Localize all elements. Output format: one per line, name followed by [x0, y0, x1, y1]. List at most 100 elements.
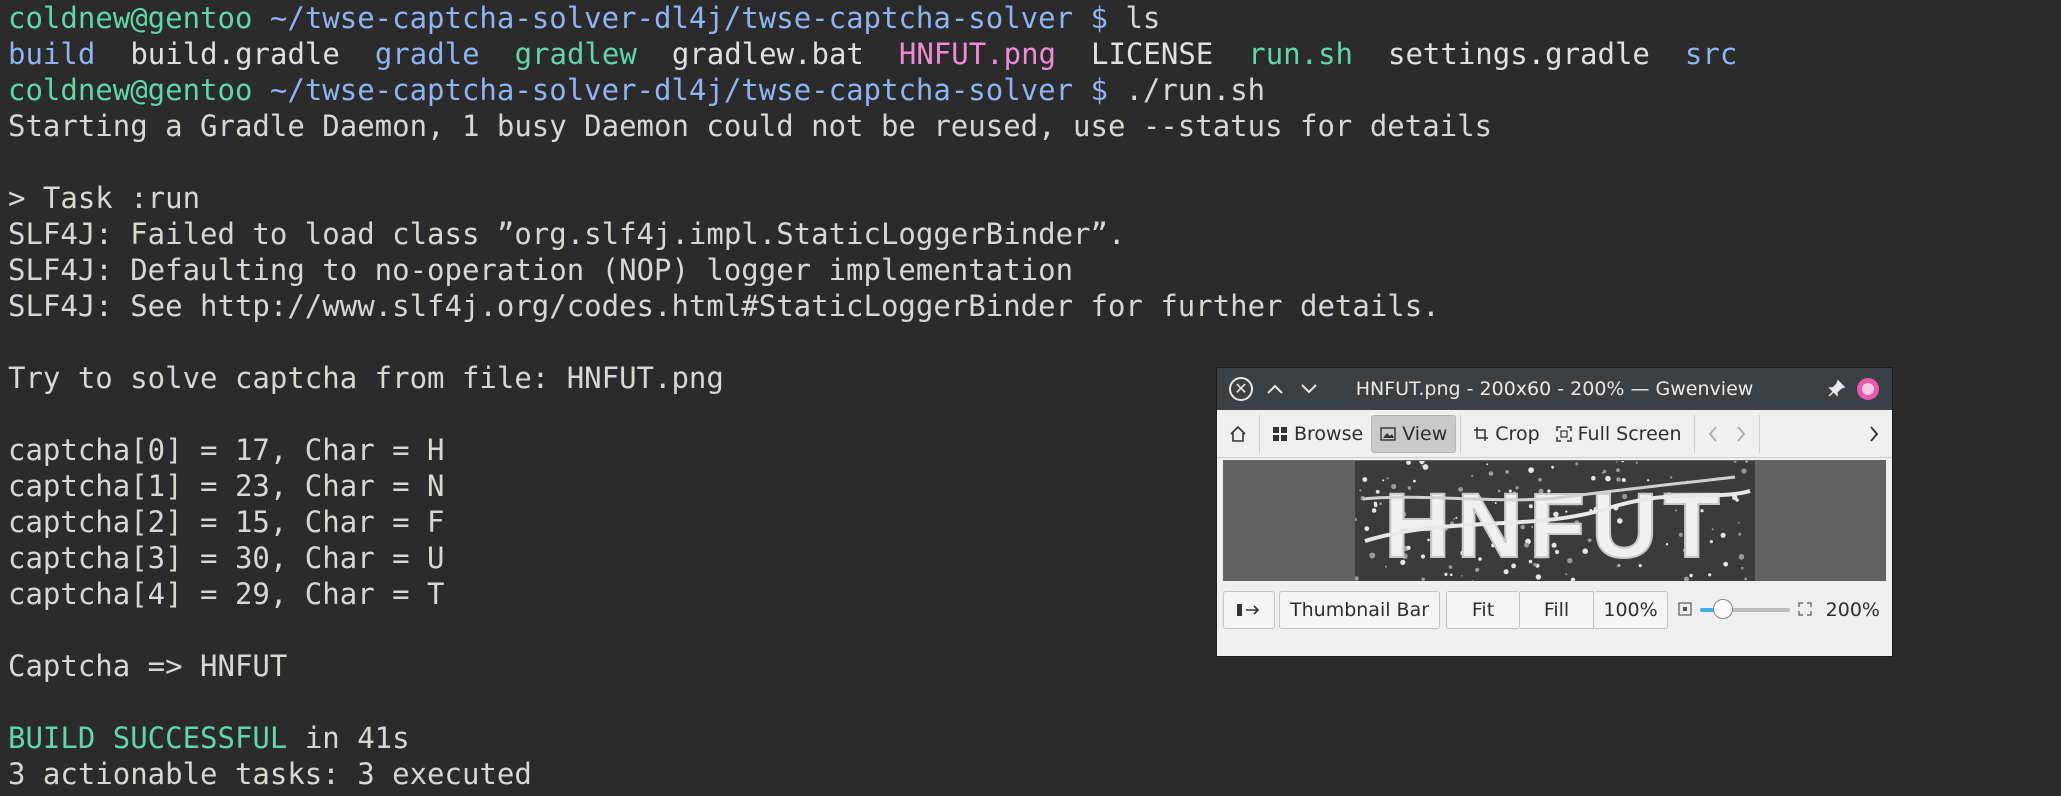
more-button[interactable]	[1860, 415, 1888, 453]
captcha-noise-dot	[1405, 460, 1411, 465]
sidebar-toggle-icon	[1237, 604, 1260, 616]
gwenview-window: ✕ HNFUT.png - 200x60 - 200% — Gwenview B…	[1216, 367, 1893, 657]
captcha-noise-dot	[1635, 461, 1638, 464]
captcha-noise-dot	[1418, 460, 1425, 464]
zoom-100-button[interactable]: 100%	[1594, 591, 1669, 629]
ls-entry: LICENSE	[1091, 37, 1214, 71]
captcha-noise-dot	[1358, 488, 1361, 491]
crop-label: Crop	[1495, 422, 1540, 445]
divider	[1460, 414, 1462, 453]
chevron-right-icon	[1736, 425, 1745, 442]
ls-output: build build.gradle gradle gradlew gradlew.ba…	[8, 36, 2053, 72]
build-line: BUILD SUCCESSFUL in 41s	[8, 720, 2053, 756]
captcha-noise-dot	[1601, 471, 1604, 474]
slf4j-line: SLF4J: Defaulting to no-operation (NOP) …	[8, 253, 1074, 287]
close-icon: ✕	[1229, 377, 1253, 401]
ls-entry: run.sh	[1248, 37, 1353, 71]
fullscreen-label: Full Screen	[1577, 422, 1682, 445]
chevron-down-icon	[1301, 384, 1317, 394]
ls-entry: gradle	[374, 37, 480, 71]
maximize-button[interactable]	[1261, 375, 1289, 403]
fill-label: Fill	[1543, 599, 1570, 621]
prompt-line-1: coldnew@gentoo ~/twse-captcha-solver-dl4…	[8, 0, 2053, 36]
captcha-noise-dot	[1745, 460, 1748, 463]
prompt-path: ~/twse-captcha-solver-dl4j/twse-captcha-…	[269, 73, 1074, 107]
daemon-message: Starting a Gradle Daemon, 1 busy Daemon …	[8, 109, 1493, 143]
captcha-noise-dot	[1485, 462, 1488, 465]
captcha-noise-dot	[1471, 579, 1474, 581]
chevron-up-icon	[1267, 384, 1283, 394]
captcha-noise-dot	[1737, 532, 1741, 536]
captcha-noise-dot	[1615, 460, 1618, 463]
minimize-button[interactable]	[1295, 375, 1323, 403]
next-button[interactable]	[1727, 415, 1755, 453]
prompt-user: coldnew@gentoo	[8, 73, 253, 107]
window-titlebar[interactable]: ✕ HNFUT.png - 200x60 - 200% — Gwenview	[1217, 368, 1892, 410]
sidebar-toggle-button[interactable]	[1223, 591, 1275, 629]
command-text: ls	[1125, 1, 1161, 35]
captcha-noise-dot	[1527, 466, 1534, 473]
thumbnail-bar-label: Thumbnail Bar	[1290, 599, 1430, 621]
prompt-user: coldnew@gentoo	[8, 1, 253, 35]
ls-entry: build	[8, 37, 96, 71]
browse-label: Browse	[1294, 422, 1364, 445]
captcha-noise-dot	[1371, 507, 1376, 513]
close-button[interactable]: ✕	[1227, 375, 1255, 403]
zoom-slider-handle[interactable]	[1712, 599, 1733, 619]
captcha-noise-dot	[1743, 577, 1747, 580]
captcha-noise-dot	[1738, 553, 1744, 560]
fullscreen-icon	[1555, 425, 1572, 442]
zoom-in-icon	[1798, 602, 1812, 616]
prompt-path: ~/twse-captcha-solver-dl4j/twse-captcha-…	[269, 1, 1074, 35]
ls-entry: HNFUT.png	[898, 37, 1057, 71]
captcha-noise-dot	[1422, 463, 1428, 470]
ls-entry: src	[1684, 37, 1738, 71]
thumbnail-bar-button[interactable]: Thumbnail Bar	[1279, 591, 1441, 629]
crop-button[interactable]: Crop	[1465, 415, 1547, 453]
view-button[interactable]: View	[1371, 414, 1457, 453]
fullscreen-button[interactable]: Full Screen	[1548, 415, 1690, 453]
zoom-value[interactable]: 200%	[1826, 599, 1880, 621]
pin-button[interactable]	[1822, 375, 1850, 403]
app-menu-button[interactable]	[1854, 375, 1882, 403]
captcha-noise-dot	[1361, 476, 1367, 482]
build-time: in 41s	[287, 721, 410, 755]
slf4j-line: SLF4J: See http://www.slf4j.org/codes.ht…	[8, 289, 1440, 323]
pin-icon	[1828, 379, 1846, 397]
fit-label: Fit	[1471, 599, 1495, 621]
crop-icon	[1474, 426, 1489, 441]
captcha-noise-dot	[1737, 521, 1740, 524]
zoom-out-button[interactable]	[1678, 599, 1692, 621]
browse-button[interactable]: Browse	[1264, 415, 1371, 453]
app-circle-icon	[1857, 378, 1879, 400]
captcha-noise-dot	[1368, 552, 1375, 558]
captcha-noise-dot	[1363, 525, 1369, 531]
previous-button[interactable]	[1699, 415, 1727, 453]
divider	[1758, 414, 1760, 453]
command-text: ./run.sh	[1125, 73, 1266, 107]
view-label: View	[1402, 422, 1448, 445]
slf4j-line: SLF4J: Failed to load class ”org.slf4j.i…	[8, 217, 1126, 251]
captcha-noise-dot	[1740, 467, 1747, 474]
grid-icon	[1273, 426, 1287, 441]
ls-entry: settings.gradle	[1388, 37, 1650, 71]
ls-entry: gradlew.bat	[671, 37, 864, 71]
zoom-slider[interactable]	[1700, 599, 1791, 619]
image-icon	[1380, 426, 1396, 441]
divider	[1259, 414, 1260, 453]
captcha-graphic: HNFUT	[1354, 460, 1751, 581]
captcha-noise-dot	[1375, 489, 1380, 494]
fit-button[interactable]: Fit	[1446, 591, 1521, 629]
zoom-100-label: 100%	[1603, 599, 1658, 621]
fill-button[interactable]: Fill	[1520, 591, 1595, 629]
captcha-noise-dot	[1421, 464, 1423, 466]
divider	[1693, 414, 1695, 453]
image-view[interactable]: HNFUT	[1223, 460, 1886, 581]
home-button[interactable]	[1221, 415, 1255, 453]
captcha-noise-dot	[1420, 577, 1425, 581]
zoom-in-button[interactable]	[1798, 599, 1812, 621]
captcha-noise-dot	[1733, 460, 1736, 463]
captcha-noise-dot	[1378, 501, 1382, 505]
